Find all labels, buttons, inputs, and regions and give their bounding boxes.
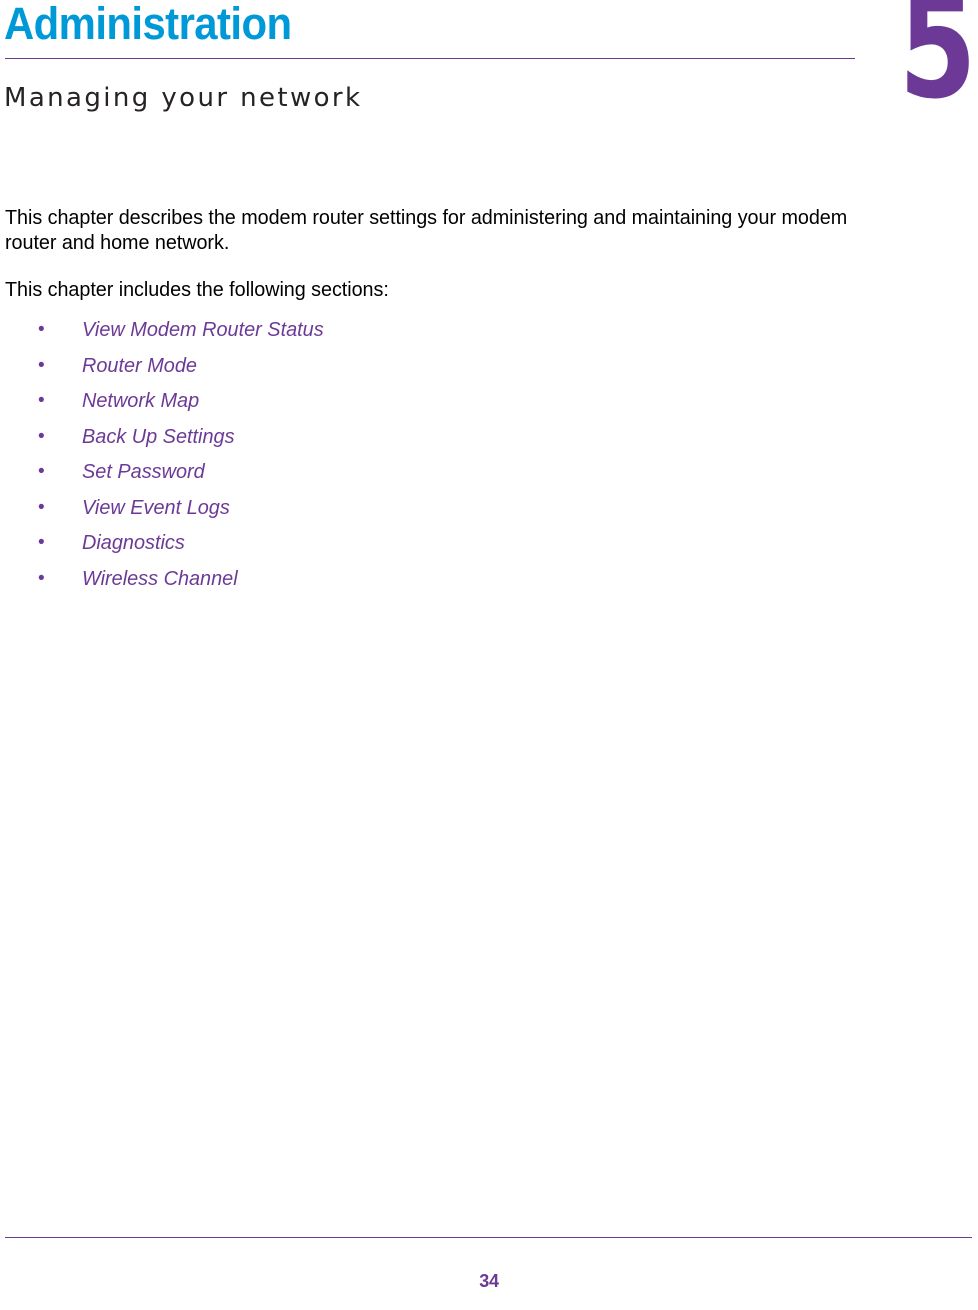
section-link-router-mode[interactable]: Router Mode — [82, 348, 197, 384]
list-item: • Diagnostics — [5, 525, 705, 561]
chapter-subtitle: Managing your network — [4, 83, 363, 113]
section-link-view-event-logs[interactable]: View Event Logs — [82, 490, 230, 526]
page-number: 34 — [479, 1271, 499, 1291]
bullet-icon: • — [38, 319, 45, 340]
footer-divider — [5, 1237, 972, 1238]
bullet-icon: • — [38, 567, 45, 589]
chapter-intro: This chapter describes the modem router … — [5, 205, 910, 302]
bullet-icon: • — [38, 390, 45, 411]
section-link-view-modem-router-status[interactable]: View Modem Router Status — [82, 312, 324, 348]
page-title: Administration — [4, 0, 292, 49]
list-item: • Wireless Channel — [5, 561, 705, 597]
sections-lead-in-paragraph: This chapter includes the following sect… — [5, 278, 389, 301]
document-page: Administration 5 Managing your network T… — [0, 0, 978, 1310]
intro-paragraph: This chapter describes the modem router … — [5, 206, 848, 254]
bullet-icon: • — [38, 532, 45, 553]
section-link-back-up-settings[interactable]: Back Up Settings — [82, 419, 235, 455]
list-item: • Network Map — [5, 383, 705, 419]
bullet-icon: • — [38, 496, 45, 518]
list-item: • Back Up Settings — [5, 419, 705, 455]
section-link-set-password[interactable]: Set Password — [82, 454, 205, 490]
list-item: • View Event Logs — [5, 490, 705, 526]
header-divider — [5, 58, 855, 59]
list-item: • Set Password — [5, 454, 705, 490]
list-item: • Router Mode — [5, 348, 705, 384]
list-item: • View Modem Router Status — [5, 312, 705, 348]
bullet-icon: • — [38, 425, 45, 447]
bullet-icon: • — [38, 354, 45, 376]
section-link-diagnostics[interactable]: Diagnostics — [82, 525, 185, 561]
section-link-network-map[interactable]: Network Map — [82, 383, 199, 419]
chapter-number: 5 — [898, 0, 976, 132]
chapter-section-list: • View Modem Router Status • Router Mode… — [5, 312, 705, 596]
section-link-wireless-channel[interactable]: Wireless Channel — [82, 561, 238, 597]
chapter-header: Administration 5 Managing your network — [0, 0, 978, 130]
bullet-icon: • — [38, 461, 45, 482]
